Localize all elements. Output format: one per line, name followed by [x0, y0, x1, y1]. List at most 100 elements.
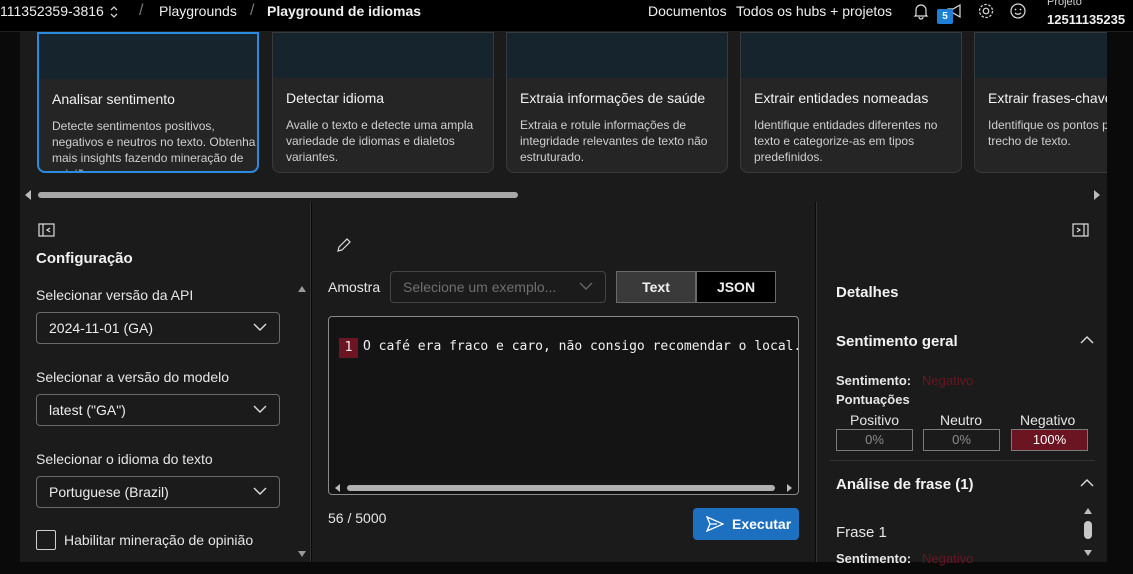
- scroll-up-arrow-icon[interactable]: [298, 286, 306, 292]
- model-version-select[interactable]: latest ("GA"): [36, 394, 280, 426]
- scroll-left-arrow-icon[interactable]: [25, 190, 31, 200]
- opinion-mining-label[interactable]: Habilitar mineração de opinião: [64, 532, 253, 548]
- sentiment-value: Negativo: [922, 373, 974, 388]
- config-vertical-scrollbar[interactable]: [297, 286, 307, 557]
- section-divider: [829, 460, 1095, 461]
- character-count: 56 / 5000: [328, 510, 387, 526]
- api-version-label: Selecionar versão da API: [36, 287, 194, 303]
- run-label: Executar: [732, 516, 792, 532]
- card-description: Extraia e rotule informações de integrid…: [520, 118, 708, 164]
- positive-label: Positivo: [850, 412, 900, 428]
- scores-label: Pontuações: [836, 392, 910, 407]
- line-number: 1: [339, 338, 358, 358]
- negative-label: Negativo: [1020, 412, 1076, 428]
- tab-text[interactable]: Text: [616, 271, 696, 303]
- card-illustration: [741, 33, 961, 78]
- updown-chevron-icon[interactable]: [107, 5, 121, 19]
- editor-text[interactable]: O café era fraco e caro, não consigo rec…: [363, 339, 798, 354]
- configuration-panel: Configuração Selecionar versão da API 20…: [20, 202, 311, 562]
- scroll-left-arrow-icon[interactable]: [335, 484, 340, 492]
- card-detect-language[interactable]: Detectar idioma Avalie o texto e detecte…: [272, 32, 494, 173]
- card-description: Identifique entidades diferentes no text…: [754, 118, 938, 164]
- card-description: Detecte sentimentos positivos, negativos…: [52, 119, 256, 171]
- all-hubs-link[interactable]: Todos os hubs + projetos: [736, 3, 892, 19]
- model-version-value: latest ("GA"): [49, 402, 126, 418]
- project-id-selector[interactable]: 111352359-3816: [0, 3, 104, 19]
- card-illustration: [273, 33, 493, 78]
- opinion-mining-checkbox[interactable]: [36, 530, 56, 550]
- card-illustration: [39, 34, 257, 79]
- details-title: Detalhes: [836, 284, 899, 301]
- neutral-score: 0%: [923, 429, 1000, 451]
- gear-icon[interactable]: [976, 1, 996, 21]
- project-name[interactable]: 12511135235: [1047, 12, 1125, 27]
- project-label: Projeto: [1047, 0, 1082, 8]
- sample-select[interactable]: Selecione um exemplo...: [390, 271, 606, 303]
- capability-cards-strip: Analisar sentimento Detecte sentimentos …: [20, 32, 1107, 202]
- scroll-thumb[interactable]: [1084, 521, 1092, 539]
- neutral-label: Neutro: [940, 412, 983, 428]
- chevron-down-icon: [253, 487, 267, 495]
- card-description: Identifique os pontos principais em um t…: [988, 118, 1107, 148]
- breadcrumb-playgrounds[interactable]: Playgrounds: [159, 3, 237, 19]
- card-analyze-sentiment[interactable]: Analisar sentimento Detecte sentimentos …: [37, 32, 259, 173]
- overall-sentiment-title: Sentimento geral: [836, 333, 958, 350]
- card-illustration: [507, 33, 727, 78]
- bell-icon[interactable]: [911, 1, 931, 21]
- card-description: Avalie o texto e detecte uma ampla varie…: [286, 118, 474, 164]
- breadcrumb-current: Playground de idiomas: [267, 3, 422, 19]
- sample-label: Amostra: [328, 279, 381, 295]
- send-icon: [706, 516, 724, 532]
- scroll-thumb[interactable]: [38, 192, 518, 198]
- run-button[interactable]: Executar: [693, 508, 799, 540]
- scroll-down-arrow-icon[interactable]: [1084, 550, 1092, 556]
- card-named-entities[interactable]: Extrair entidades nomeadas Identifique e…: [740, 32, 962, 173]
- model-version-label: Selecionar a versão do modelo: [36, 369, 230, 385]
- scroll-right-arrow-icon[interactable]: [1094, 190, 1100, 200]
- tab-json[interactable]: JSON: [696, 271, 776, 303]
- scroll-right-arrow-icon[interactable]: [787, 484, 792, 492]
- documents-link[interactable]: Documentos: [648, 3, 727, 19]
- cards-horizontal-scrollbar[interactable]: [20, 187, 1107, 201]
- sentiment-label: Sentimento:: [836, 373, 912, 388]
- details-vertical-scrollbar[interactable]: [1083, 508, 1093, 560]
- notification-badge: 5: [937, 9, 953, 24]
- card-illustration: [975, 33, 1107, 78]
- smiley-icon[interactable]: [1008, 1, 1028, 21]
- card-health-info[interactable]: Extraia informações de saúde Extraia e r…: [506, 32, 728, 173]
- text-language-select[interactable]: Portuguese (Brazil): [36, 476, 280, 508]
- api-version-value: 2024-11-01 (GA): [49, 320, 154, 336]
- scroll-thumb[interactable]: [347, 485, 775, 491]
- text-language-value: Portuguese (Brazil): [49, 484, 169, 500]
- details-panel: Detalhes Sentimento geral Sentimento: Ne…: [816, 202, 1107, 566]
- card-title: Extrair entidades nomeadas: [754, 90, 929, 106]
- negative-score: 100%: [1011, 429, 1088, 451]
- sentence-analysis-title: Análise de frase (1): [836, 476, 974, 493]
- collapse-panel-icon[interactable]: [38, 222, 56, 238]
- card-key-phrases[interactable]: Extrair frases-chave Identifique os pont…: [974, 32, 1107, 173]
- sample-placeholder: Selecione um exemplo...: [403, 279, 557, 295]
- positive-score: 0%: [836, 429, 913, 451]
- sentence-sentiment-value: Negativo: [922, 551, 974, 566]
- card-title: Detectar idioma: [286, 90, 385, 106]
- text-language-label: Selecionar o idioma do texto: [36, 451, 213, 467]
- sentence-sentiment-label: Sentimento:: [836, 551, 912, 566]
- scroll-up-arrow-icon[interactable]: [1084, 508, 1092, 514]
- pencil-icon[interactable]: [335, 236, 353, 254]
- scroll-down-arrow-icon[interactable]: [298, 551, 306, 557]
- top-bar: 111352359-3816 / Playgrounds / Playgroun…: [0, 0, 1133, 32]
- text-editor[interactable]: 1 O café era fraco e caro, não consigo r…: [328, 316, 799, 495]
- api-version-select[interactable]: 2024-11-01 (GA): [36, 312, 280, 344]
- card-title: Analisar sentimento: [52, 91, 175, 107]
- expand-panel-icon[interactable]: [1072, 222, 1090, 238]
- configuration-title: Configuração: [36, 250, 133, 267]
- chevron-up-icon[interactable]: [1080, 335, 1094, 345]
- chevron-down-icon: [579, 282, 593, 290]
- editor-horizontal-scrollbar[interactable]: [329, 481, 798, 494]
- breadcrumb-separator: /: [139, 2, 144, 19]
- card-title: Extrair frases-chave: [988, 90, 1107, 106]
- chevron-up-icon[interactable]: [1080, 478, 1094, 488]
- sentence-1-label: Frase 1: [836, 524, 887, 541]
- chevron-down-icon: [253, 323, 267, 331]
- chevron-down-icon: [253, 405, 267, 413]
